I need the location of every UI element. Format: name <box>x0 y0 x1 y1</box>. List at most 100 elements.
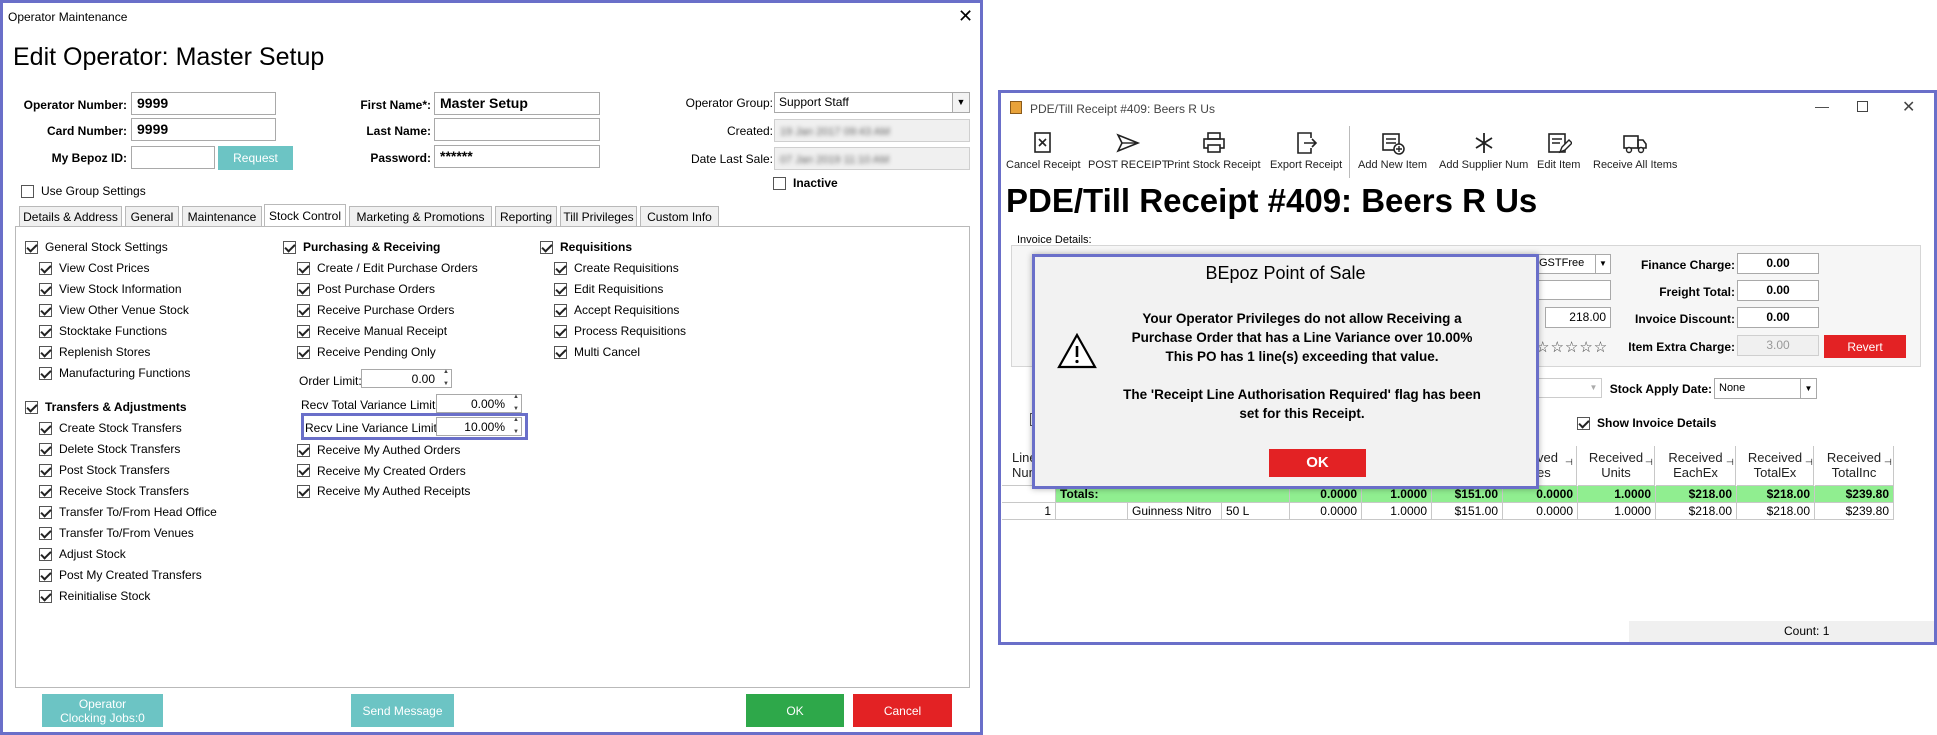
star-rating[interactable]: ☆☆☆☆☆ <box>1536 338 1608 356</box>
request-button[interactable]: Request <box>218 146 293 170</box>
recv-line-variance-stepper[interactable]: 10.00% <box>436 417 522 436</box>
general-stock-settings-checkbox[interactable]: General Stock Settings <box>25 240 168 254</box>
receive-manual-receipt-checkbox[interactable]: Receive Manual Receipt <box>297 324 447 338</box>
view-stock-information-checkbox[interactable]: View Stock Information <box>39 282 182 296</box>
export-receipt-button[interactable]: Export Receipt <box>1270 130 1342 171</box>
minimize-icon[interactable]: — <box>1815 98 1829 114</box>
delete-stock-transfers-checkbox[interactable]: Delete Stock Transfers <box>39 442 180 456</box>
revert-button[interactable]: Revert <box>1824 335 1906 358</box>
bepoz-id-field[interactable] <box>131 146 215 169</box>
tab-marketing-promotions[interactable]: Marketing & Promotions <box>349 206 492 226</box>
printer-icon <box>1202 132 1225 153</box>
card-number-field[interactable]: 9999 <box>131 118 276 141</box>
tab-custom-info[interactable]: Custom Info <box>640 206 719 226</box>
alert-dialog: BEpoz Point of Sale Your Operator Privil… <box>1032 254 1539 489</box>
requisitions-checkbox[interactable]: Requisitions <box>540 240 632 254</box>
post-my-created-transfers-checkbox[interactable]: Post My Created Transfers <box>39 568 202 582</box>
tab-details-address[interactable]: Details & Address <box>19 206 122 226</box>
operator-clocking-button[interactable]: Operator Clocking Jobs:0 <box>42 694 163 727</box>
view-cost-prices-checkbox[interactable]: View Cost Prices <box>39 261 149 275</box>
receive-my-created-orders-checkbox[interactable]: Receive My Created Orders <box>297 464 466 478</box>
invoice-discount-field[interactable]: 0.00 <box>1737 307 1819 328</box>
purchasing-receiving-checkbox[interactable]: Purchasing & Receiving <box>283 240 440 254</box>
create-requisitions-checkbox[interactable]: Create Requisitions <box>554 261 679 275</box>
close-icon[interactable]: ✕ <box>958 7 973 25</box>
receive-stock-transfers-checkbox[interactable]: Receive Stock Transfers <box>39 484 189 498</box>
manufacturing-functions-checkbox[interactable]: Manufacturing Functions <box>39 366 190 380</box>
col-header-received-eachex[interactable]: Received EachEx <box>1656 446 1736 486</box>
post-stock-transfers-checkbox[interactable]: Post Stock Transfers <box>39 463 170 477</box>
tab-maintenance[interactable]: Maintenance <box>182 206 262 226</box>
create-edit-purchase-orders-checkbox[interactable]: Create / Edit Purchase Orders <box>297 261 478 275</box>
col-header-received-totalex[interactable]: Received TotalEx <box>1737 446 1814 486</box>
use-group-settings-checkbox[interactable]: Use Group Settings <box>21 184 146 198</box>
reinitialise-stock-checkbox[interactable]: Reinitialise Stock <box>39 589 150 603</box>
maximize-icon[interactable] <box>1857 101 1868 112</box>
hidden-select[interactable]: ▼ <box>1538 378 1602 398</box>
add-new-item-button[interactable]: Add New Item <box>1358 130 1427 171</box>
operator-number-field[interactable]: 9999 <box>131 92 276 115</box>
last-name-field[interactable] <box>434 118 600 141</box>
replenish-stores-checkbox[interactable]: Replenish Stores <box>39 345 150 359</box>
ok-button[interactable]: OK <box>746 694 844 727</box>
checkbox-box <box>39 589 52 603</box>
receive-purchase-orders-checkbox[interactable]: Receive Purchase Orders <box>297 303 454 317</box>
gst-select[interactable]: GSTFree ▼ <box>1535 254 1611 274</box>
freight-total-field[interactable]: 0.00 <box>1737 280 1819 301</box>
receive-my-authed-receipts-checkbox[interactable]: Receive My Authed Receipts <box>297 484 470 498</box>
inactive-checkbox[interactable]: Inactive <box>773 176 838 190</box>
create-stock-transfers-checkbox[interactable]: Create Stock Transfers <box>39 421 182 435</box>
create-stock-transfers-label: Create Stock Transfers <box>59 421 182 435</box>
checkbox-box <box>297 261 310 275</box>
close-icon[interactable]: ✕ <box>1902 97 1915 117</box>
receive-pending-only-checkbox[interactable]: Receive Pending Only <box>297 345 436 359</box>
stock-apply-date-select[interactable]: None ▼ <box>1714 378 1817 399</box>
item-extra-charge-label: Item Extra Charge: <box>1628 340 1735 354</box>
order-limit-stepper[interactable]: 0.00 <box>361 369 452 388</box>
create-requisitions-label: Create Requisitions <box>574 261 679 275</box>
edit-item-button[interactable]: Edit Item <box>1537 130 1580 171</box>
transfer-to-from-venues-checkbox[interactable]: Transfer To/From Venues <box>39 526 194 540</box>
receive-all-items-button[interactable]: Receive All Items <box>1593 130 1677 171</box>
col-header-received-totalinc[interactable]: Received TotalInc <box>1815 446 1894 486</box>
tab-general[interactable]: General <box>125 206 179 226</box>
first-name-field[interactable]: Master Setup <box>434 92 600 115</box>
accept-requisitions-checkbox[interactable]: Accept Requisitions <box>554 303 679 317</box>
cancel-button[interactable]: Cancel <box>853 694 952 727</box>
tab-reporting[interactable]: Reporting <box>495 206 557 226</box>
freight-total-label: Freight Total: <box>1659 285 1735 299</box>
password-field[interactable]: ****** <box>434 145 600 168</box>
transfers-adjustments-checkbox[interactable]: Transfers & Adjustments <box>25 400 187 414</box>
send-message-button[interactable]: Send Message <box>351 694 454 727</box>
stocktake-functions-checkbox[interactable]: Stocktake Functions <box>39 324 167 338</box>
delete-stock-transfers-label: Delete Stock Transfers <box>59 442 181 456</box>
tab-stock-control[interactable]: Stock Control <box>264 204 346 226</box>
show-invoice-details-checkbox[interactable]: Show Invoice Details <box>1577 416 1716 430</box>
transfer-to-from-head-office-checkbox[interactable]: Transfer To/From Head Office <box>39 505 217 519</box>
amount-field[interactable]: 218.00 <box>1545 307 1611 328</box>
finance-charge-field[interactable]: 0.00 <box>1737 253 1819 274</box>
print-stock-receipt-button[interactable]: Print Stock Receipt <box>1167 130 1261 171</box>
adjust-stock-checkbox[interactable]: Adjust Stock <box>39 547 126 561</box>
operator-group-select[interactable]: Support Staff ▼ <box>774 92 970 113</box>
view-other-venue-stock-checkbox[interactable]: View Other Venue Stock <box>39 303 189 317</box>
dialog-ok-button[interactable]: OK <box>1269 449 1366 477</box>
recv-total-variance-stepper[interactable]: 0.00% <box>436 394 522 413</box>
checkbox-box <box>297 345 310 359</box>
checkbox-box <box>39 442 52 456</box>
add-supplier-num-button[interactable]: Add Supplier Num <box>1439 130 1528 171</box>
receive-my-authed-orders-checkbox[interactable]: Receive My Authed Orders <box>297 443 460 457</box>
checkbox-box <box>39 261 52 275</box>
post-receipt-button[interactable]: POST RECEIPT <box>1088 130 1168 171</box>
multi-cancel-checkbox[interactable]: Multi Cancel <box>554 345 640 359</box>
edit-requisitions-checkbox[interactable]: Edit Requisitions <box>554 282 663 296</box>
col-header-received-units[interactable]: Received Units <box>1578 446 1655 486</box>
post-purchase-orders-checkbox[interactable]: Post Purchase Orders <box>297 282 435 296</box>
receive-my-created-orders-label: Receive My Created Orders <box>317 463 466 478</box>
tab-till-privileges[interactable]: Till Privileges <box>560 206 637 226</box>
receive-stock-transfers-label: Receive Stock Transfers <box>59 484 190 498</box>
checkbox-box <box>39 421 52 435</box>
cancel-receipt-button[interactable]: Cancel Receipt <box>1006 130 1081 171</box>
process-requisitions-checkbox[interactable]: Process Requisitions <box>554 324 686 338</box>
invoice-ref-field[interactable] <box>1535 280 1611 300</box>
